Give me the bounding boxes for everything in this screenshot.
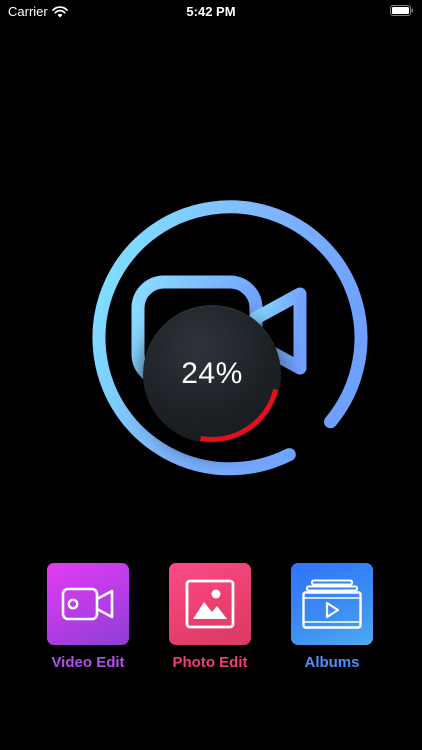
albums-tile[interactable] xyxy=(291,563,373,645)
image-icon xyxy=(185,579,235,629)
film-album-icon xyxy=(302,579,362,629)
photo-edit-button[interactable]: Photo Edit xyxy=(155,563,265,671)
video-camera-icon xyxy=(61,587,114,621)
video-edit-tile[interactable] xyxy=(47,563,129,645)
photo-edit-tile[interactable] xyxy=(169,563,251,645)
photo-edit-label: Photo Edit xyxy=(172,654,248,671)
albums-button[interactable]: Albums xyxy=(277,563,387,671)
progress-arc-fill xyxy=(200,388,279,442)
progress-arc xyxy=(200,388,279,442)
albums-label: Albums xyxy=(304,654,360,671)
hero-progress: 24% xyxy=(0,0,422,520)
progress-disc: 24% xyxy=(143,305,281,443)
video-edit-label: Video Edit xyxy=(51,654,125,671)
video-edit-button[interactable]: Video Edit xyxy=(33,563,143,671)
